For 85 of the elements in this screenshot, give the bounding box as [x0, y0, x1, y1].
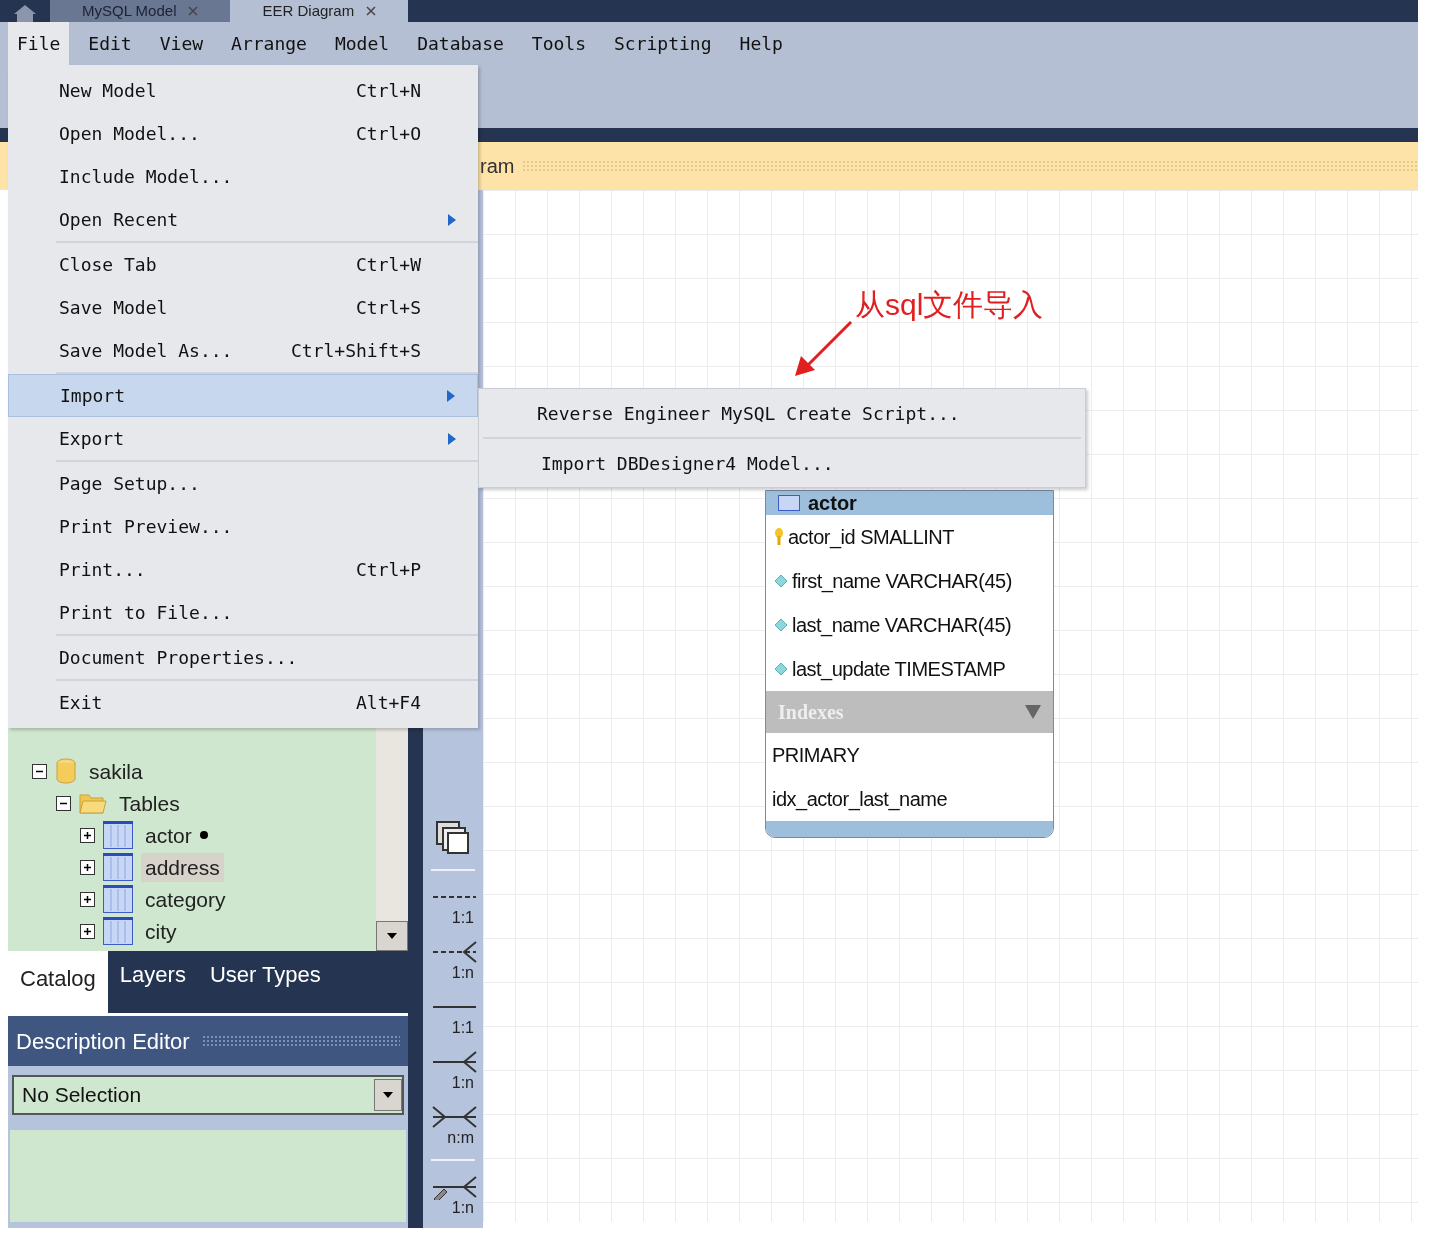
annotation-arrow: [793, 320, 853, 378]
menu-item[interactable]: Database: [408, 22, 513, 65]
menu-item[interactable]: Model: [325, 22, 399, 65]
menu-entry[interactable]: Import: [8, 374, 478, 417]
submenu-arrow-icon: [448, 432, 456, 445]
home-icon[interactable]: [12, 4, 38, 22]
column-name: last_name VARCHAR(45): [792, 613, 1012, 639]
relationship-label: 1:n: [451, 965, 475, 981]
relationship-label: 1:1: [451, 1020, 475, 1036]
menu-entry[interactable]: Print to File...: [8, 591, 478, 634]
database-icon: [55, 758, 77, 784]
collapse-toggle[interactable]: [56, 795, 71, 811]
menu-entry[interactable]: Page Setup...: [8, 462, 478, 505]
panel-tab[interactable]: User Types: [197, 951, 333, 1013]
menu-entry[interactable]: Close Tab Ctrl+W: [8, 243, 478, 286]
menu-entry[interactable]: Exit Alt+F4: [8, 681, 478, 724]
relationship-label: 1:n: [451, 1075, 475, 1091]
panel-tab[interactable]: Layers: [107, 951, 198, 1013]
menu-entry[interactable]: Print... Ctrl+P: [8, 548, 478, 591]
collapse-toggle[interactable]: [32, 763, 47, 779]
menu-item[interactable]: Arrange: [222, 22, 316, 65]
collapse-icon[interactable]: [1025, 705, 1041, 719]
column-name: last_update TIMESTAMP: [792, 657, 1006, 683]
menu-entry[interactable]: Document Properties...: [8, 636, 478, 679]
down-arrow-icon: [386, 932, 398, 940]
tree-item[interactable]: Tables: [115, 788, 184, 818]
menu-entry[interactable]: Open Model... Ctrl+O: [8, 112, 478, 155]
relationship-label: n:m: [447, 1130, 475, 1146]
panel-tab[interactable]: Catalog: [8, 951, 108, 1013]
plus-icon: [83, 830, 92, 840]
plus-icon: [83, 862, 92, 872]
menu-entry[interactable]: Reverse Engineer MySQL Create Script...: [475, 389, 1089, 437]
annotation-text: 从sql文件导入: [855, 287, 1044, 323]
menu-entry[interactable]: Save Model As... Ctrl+Shift+S: [8, 329, 478, 372]
menu-entry[interactable]: Include Model...: [8, 155, 478, 198]
dropdown-arrow-icon: [382, 1091, 394, 1099]
relationship-icon[interactable]: [430, 1104, 478, 1130]
column-name: actor_id SMALLINT: [788, 525, 954, 551]
table-icon: [103, 917, 133, 945]
close-icon[interactable]: [366, 6, 377, 16]
table-title: actor: [808, 493, 857, 513]
relationship-picker-icon[interactable]: [430, 1174, 478, 1200]
menu-item[interactable]: Edit: [79, 22, 141, 65]
expand-toggle[interactable]: [80, 923, 95, 939]
menu-item[interactable]: View: [150, 22, 213, 65]
table-icon: [103, 885, 133, 913]
scroll-down-button[interactable]: [376, 921, 408, 951]
document-tab[interactable]: EER Diagram: [230, 0, 409, 22]
plus-icon: [83, 894, 92, 904]
relationship-icon[interactable]: [430, 939, 478, 965]
index-name: idx_actor_last_name: [772, 787, 948, 813]
submenu-arrow-icon: [447, 389, 455, 402]
submenu-arrow-icon: [448, 213, 456, 226]
expand-toggle[interactable]: [80, 859, 95, 875]
tree-item[interactable]: category: [141, 884, 230, 914]
tree-item[interactable]: address: [141, 852, 224, 882]
menu-entry[interactable]: Open Recent: [8, 198, 478, 241]
table-icon: [778, 495, 800, 511]
relationship-label: 1:1: [451, 910, 475, 926]
menu-entry[interactable]: Import DBDesigner4 Model...: [479, 439, 1085, 487]
menu-entry[interactable]: Print Preview...: [8, 505, 478, 548]
document-tab[interactable]: MySQL Model: [50, 0, 231, 22]
object-select[interactable]: No Selection: [12, 1075, 404, 1115]
expand-toggle[interactable]: [80, 827, 95, 843]
relationship-icon[interactable]: [430, 1049, 478, 1075]
relationship-label: 1:n: [451, 1200, 475, 1216]
menu-entry[interactable]: Export: [8, 417, 478, 460]
tree-item[interactable]: city: [141, 916, 181, 946]
diagram-title: ram: [480, 154, 515, 179]
plus-icon: [83, 926, 92, 936]
menu-item[interactable]: Help: [730, 22, 792, 65]
menu-entry[interactable]: Save Model Ctrl+S: [8, 286, 478, 329]
column-name: first_name VARCHAR(45): [792, 569, 1012, 595]
stacked-windows-icon[interactable]: [435, 820, 471, 856]
menu-item[interactable]: Scripting: [605, 22, 721, 65]
expand-toggle[interactable]: [80, 891, 95, 907]
table-icon: [103, 821, 133, 849]
table-icon: [103, 853, 133, 881]
menu-item[interactable]: Tools: [522, 22, 595, 65]
panel-title: Description Editor: [16, 1027, 190, 1056]
tree-item[interactable]: sakila: [85, 756, 147, 786]
menu-item[interactable]: File: [8, 22, 70, 65]
folder-icon: [79, 791, 107, 815]
index-name: PRIMARY: [772, 743, 860, 768]
tree-item[interactable]: actor: [141, 820, 196, 850]
